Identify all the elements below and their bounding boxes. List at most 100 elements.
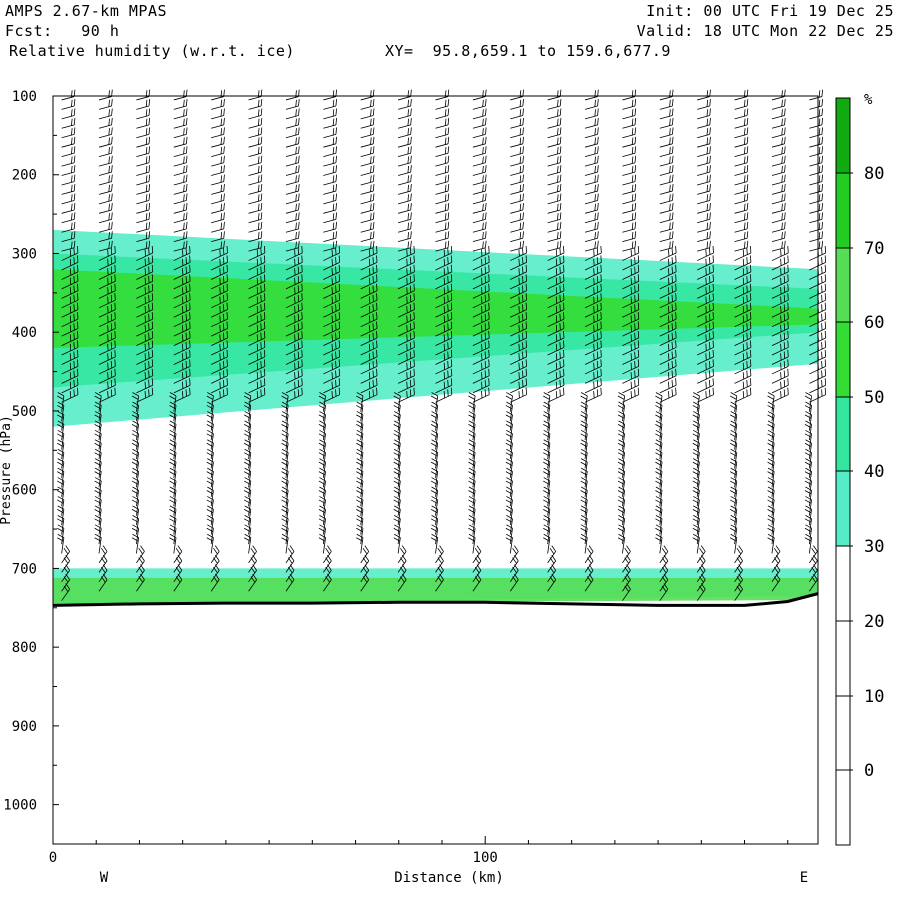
wind-barb-feather — [559, 117, 562, 125]
wind-barb-feather — [450, 330, 453, 339]
wind-barb-feather — [488, 321, 490, 329]
wind-barb-feather — [295, 118, 297, 126]
wind-barb-feather — [335, 342, 337, 350]
wind-barb-feather — [634, 174, 637, 182]
wind-barb — [771, 162, 785, 167]
wind-barb-feather — [743, 203, 746, 211]
wind-barb-feather — [151, 359, 154, 367]
wind-barb — [771, 190, 785, 195]
wind-barb-feather — [559, 332, 561, 340]
y-axis-title: Pressure (hPa) — [0, 415, 14, 525]
wind-barb-feather — [824, 274, 827, 282]
wind-barb-feather — [522, 351, 524, 359]
wind-barb-feather — [406, 258, 408, 266]
wind-barb-feather — [148, 379, 150, 387]
wind-barb-feather — [409, 370, 412, 378]
wind-barb-feather — [637, 293, 640, 301]
wind-barb-feather — [108, 222, 110, 230]
wind-barb-feather — [518, 258, 520, 266]
wind-barb-feather — [519, 128, 522, 136]
wind-barb-feather — [301, 302, 303, 310]
wind-barb-feather — [297, 389, 300, 397]
wind-barb-feather — [706, 165, 709, 173]
wind-barb-feather — [749, 293, 752, 301]
wind-barb-feather — [631, 137, 634, 145]
wind-barb-feather — [559, 193, 562, 201]
wind-barb-feather — [525, 255, 527, 263]
wind-barb — [734, 162, 748, 167]
wind-barb — [547, 200, 561, 205]
wind-barb-feather — [600, 368, 602, 376]
wind-barb-feather — [110, 294, 113, 302]
wind-barb-feather — [709, 99, 711, 107]
wind-barb — [472, 181, 486, 186]
wind-barb-feather — [77, 293, 79, 301]
wind-barb-feather — [338, 340, 341, 348]
wind-barb — [734, 200, 748, 205]
wind-barb-feather — [706, 146, 709, 155]
wind-barb-feather — [73, 202, 76, 210]
wind-barb-feather — [108, 118, 110, 126]
wind-barb — [435, 133, 449, 139]
wind-barb-feather — [69, 353, 72, 361]
wind-barb — [510, 96, 523, 101]
wind-barb-feather — [675, 283, 677, 291]
wind-barb-feather — [413, 349, 415, 357]
wind-barb-feather — [522, 136, 524, 144]
wind-barb-feather — [263, 330, 266, 339]
wind-barb-feather — [671, 202, 674, 210]
wind-barb-feather — [630, 296, 632, 304]
wind-barb — [323, 162, 337, 167]
wind-barb-feather — [406, 249, 408, 257]
wind-barb-feather — [668, 372, 670, 380]
wind-barb — [472, 162, 486, 167]
wind-barb-feather — [557, 203, 559, 211]
wind-barb — [360, 551, 370, 564]
wind-barb-feather — [630, 277, 632, 285]
wind-barb-feather — [260, 184, 263, 192]
wind-barb-feather — [260, 127, 263, 135]
wind-barb-feather — [298, 212, 300, 220]
wind-barb — [622, 209, 636, 214]
wind-barb-feather — [250, 557, 256, 564]
wind-barb — [211, 219, 224, 224]
wind-barb-feather — [69, 315, 72, 323]
wind-barb-feather — [77, 245, 79, 253]
wind-barb-feather — [522, 231, 524, 239]
wind-barb-feather — [634, 257, 636, 265]
wind-barb-feather — [182, 391, 184, 399]
wind-barb-feather — [226, 293, 228, 301]
wind-barb-feather — [775, 554, 781, 562]
wind-barb-feather — [364, 554, 370, 562]
wind-barb-feather — [114, 368, 116, 376]
wind-barb — [584, 209, 598, 214]
wind-barb-feather — [519, 194, 522, 202]
wind-barb-feather — [260, 155, 263, 163]
wind-barb-feather — [580, 392, 588, 397]
wind-barb-feather — [256, 258, 259, 266]
wind-barb-feather — [189, 312, 191, 320]
wind-barb-feather — [263, 340, 266, 348]
wind-barb-feather — [287, 557, 293, 564]
wind-barb-feather — [372, 212, 375, 220]
wind-barb-feather — [818, 232, 821, 240]
wind-barb — [435, 237, 449, 243]
colorbar-tick-label: 80 — [864, 164, 884, 184]
wind-barb-feather — [705, 296, 707, 304]
wind-barb-feather — [148, 257, 150, 265]
wind-barb-feather — [709, 332, 711, 340]
wind-barb-feather — [148, 351, 150, 359]
wind-barb-feather — [476, 545, 482, 552]
wind-barb-feather — [145, 203, 148, 211]
wind-barb-feather — [450, 340, 453, 348]
wind-barb-feather — [332, 184, 335, 192]
wind-barb-feather — [634, 221, 637, 229]
wind-barb-feather — [108, 213, 110, 221]
wind-barb-feather — [260, 202, 263, 210]
wind-barb-feather — [519, 146, 522, 155]
wind-barb-feather — [108, 137, 110, 145]
wind-barb-feather — [634, 127, 637, 135]
wind-barb-feather — [335, 174, 338, 182]
wind-barb-feather — [518, 296, 520, 304]
wind-barb-feather — [410, 193, 412, 201]
